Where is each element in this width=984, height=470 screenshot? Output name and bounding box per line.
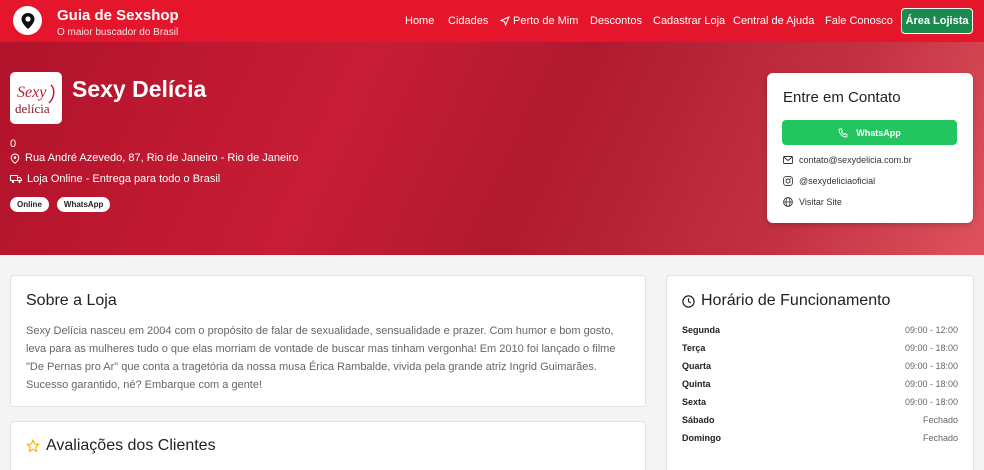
whatsapp-button-label: WhatsApp	[856, 127, 901, 138]
store-rating: 0	[10, 138, 17, 150]
store-delivery-text: Loja Online - Entrega para todo o Brasil	[27, 173, 221, 185]
hours-day: Sexta	[682, 397, 707, 407]
hours-time: 09:00 - 18:00	[904, 361, 958, 371]
store-delivery: Loja Online - Entrega para todo o Brasil	[10, 173, 220, 185]
hours-row: Sábado Fechado	[682, 415, 958, 425]
hours-time: 09:00 - 18:00	[904, 397, 958, 407]
hours-time: 09:00 - 12:00	[904, 325, 958, 335]
location-pin-icon	[10, 152, 20, 164]
contact-site[interactable]: Visitar Site	[783, 197, 842, 207]
contact-title: Entre em Contato	[783, 89, 901, 106]
about-title: Sobre a Loja	[26, 292, 117, 309]
nav-link-home[interactable]: Home	[405, 15, 434, 27]
hours-time: 09:00 - 18:00	[904, 343, 958, 353]
nav-link-perto-de-mim[interactable]: Perto de Mim	[500, 15, 578, 27]
badge-online: Online	[10, 197, 49, 212]
nav-link-cidades[interactable]: Cidades	[448, 15, 488, 27]
hours-time: Fechado	[922, 433, 958, 443]
hours-row: Domingo Fechado	[682, 433, 958, 443]
store-logo-text-top: Sexy	[17, 84, 47, 101]
hours-row: Terça 09:00 - 18:00	[682, 343, 958, 353]
store-address-text: Rua André Azevedo, 87, Rio de Janeiro - …	[25, 152, 299, 164]
store-name: Sexy Delícia	[72, 76, 207, 102]
badge-whatsapp: WhatsApp	[56, 197, 111, 212]
store-badges: Online WhatsApp	[10, 197, 111, 212]
nav-link-perto-de-mim-label: Perto de Mim	[513, 15, 579, 27]
contact-instagram[interactable]: @sexydeliciaoficial	[783, 176, 875, 186]
about-text: Sexy Delícia nasceu em 2004 com o propós…	[26, 325, 616, 391]
reviews-title-text: Avaliações dos Clientes	[46, 437, 216, 454]
hours-day: Quinta	[682, 379, 711, 389]
reviews-card: Avaliações dos Clientes	[10, 421, 646, 470]
about-card: Sobre a Loja Sexy Delícia nasceu em 2004…	[10, 275, 646, 407]
nav-link-cadastrar-loja[interactable]: Cadastrar Loja	[653, 15, 725, 27]
nav-link-descontos[interactable]: Descontos	[590, 15, 642, 27]
brand-logo[interactable]	[13, 6, 42, 35]
hours-title: Horário de Funcionamento	[682, 292, 890, 310]
contact-site-text: Visitar Site	[799, 197, 842, 207]
top-navbar: Guia de Sexshop O maior buscador do Bras…	[0, 0, 984, 42]
area-lojista-button[interactable]: Área Lojista	[901, 8, 973, 34]
clock-icon	[682, 294, 695, 308]
hours-day: Terça	[682, 343, 706, 353]
store-logo: Sexy delícia	[10, 72, 62, 124]
star-icon	[26, 439, 40, 453]
hours-day: Sábado	[682, 415, 715, 425]
mail-icon	[783, 156, 793, 164]
hours-row: Quinta 09:00 - 18:00	[682, 379, 958, 389]
hours-time: 09:00 - 18:00	[904, 379, 958, 389]
nav-link-fale-conosco[interactable]: Fale Conosco	[825, 15, 893, 27]
hours-day: Quarta	[682, 361, 712, 371]
hours-card: Horário de Funcionamento Segunda 09:00 -…	[666, 275, 974, 470]
contact-instagram-text: @sexydeliciaoficial	[799, 176, 876, 186]
store-address: Rua André Azevedo, 87, Rio de Janeiro - …	[10, 152, 298, 164]
store-logo-image: Sexy delícia	[15, 84, 55, 116]
hours-title-text: Horário de Funcionamento	[701, 292, 891, 309]
brand-title[interactable]: Guia de Sexshop	[57, 7, 179, 24]
whatsapp-button[interactable]: WhatsApp	[782, 120, 957, 145]
hours-time: Fechado	[922, 415, 958, 425]
contact-email-text: contato@sexydelicia.com.br	[799, 155, 912, 165]
instagram-icon	[783, 176, 793, 186]
phone-icon	[838, 128, 848, 137]
store-logo-text-bottom: delícia	[15, 101, 50, 116]
reviews-title: Avaliações dos Clientes	[26, 437, 216, 455]
paper-plane-icon	[500, 16, 510, 26]
hours-row: Segunda 09:00 - 12:00	[682, 325, 958, 335]
nav-link-central-de-ajuda[interactable]: Central de Ajuda	[733, 15, 814, 27]
hours-day: Segunda	[682, 325, 721, 335]
contact-email[interactable]: contato@sexydelicia.com.br	[783, 155, 912, 165]
hours-row: Sexta 09:00 - 18:00	[682, 397, 958, 407]
truck-icon	[10, 175, 22, 184]
hours-row: Quarta 09:00 - 18:00	[682, 361, 958, 371]
globe-icon	[783, 197, 793, 207]
brand-subtitle: O maior buscador do Brasil	[57, 27, 179, 38]
map-pin-icon	[21, 12, 34, 29]
hours-day: Domingo	[682, 433, 721, 443]
contact-card: Entre em Contato WhatsApp contato@sexyde…	[767, 73, 973, 223]
